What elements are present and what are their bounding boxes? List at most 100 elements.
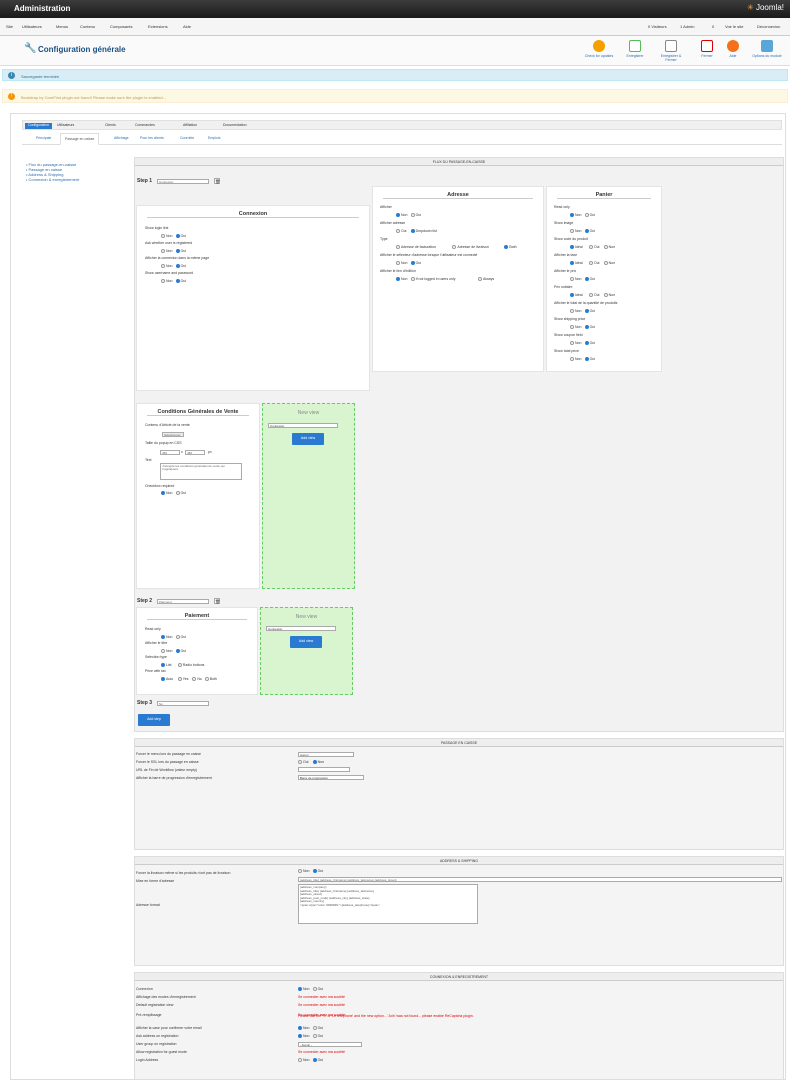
panier-field-option[interactable]: Oui — [584, 229, 595, 234]
connexion-field-option[interactable]: Oui — [175, 249, 186, 254]
view-site-link[interactable]: Voir le site — [725, 24, 743, 29]
tab-courriels[interactable]: Courriels — [180, 136, 194, 140]
tab-emplois[interactable]: Emplois — [208, 136, 220, 140]
panier-field-option[interactable]: Oui — [589, 293, 599, 298]
connexion-field-option[interactable]: Non — [161, 279, 172, 284]
connexion-row-option[interactable]: Non — [298, 1026, 309, 1031]
subnav-configuration[interactable]: Configuration — [25, 123, 52, 129]
connexion-field-option[interactable]: Non — [161, 264, 172, 269]
connexion-row-option[interactable]: Oui — [312, 1034, 323, 1039]
trash-icon[interactable]: 🗑 — [214, 178, 220, 184]
panier-field-option[interactable]: Non — [570, 309, 581, 314]
connexion-row-option[interactable]: Oui — [312, 1058, 323, 1063]
passage-progress-select[interactable]: Barre de progression — [298, 775, 364, 780]
subnav-orders[interactable]: Commandes — [135, 123, 155, 127]
subnav-clients[interactable]: Clients — [105, 123, 116, 127]
panier-field-option[interactable]: Idéal — [570, 261, 583, 266]
sidenav-item[interactable]: • Connexion & enregistrement — [26, 177, 79, 182]
add-view-button[interactable]: Add view — [292, 433, 324, 445]
add-view-button-2[interactable]: Add view — [290, 636, 322, 648]
save-button[interactable]: Enregistrer — [620, 40, 650, 58]
subnav-users[interactable]: Utilisateurs — [57, 123, 74, 127]
paiement-field-option[interactable]: Non — [161, 649, 172, 654]
connexion-field-option[interactable]: Oui — [175, 234, 186, 239]
subnav-documentation[interactable]: Documentation — [223, 123, 247, 127]
check-updates-button[interactable]: Check for updates — [584, 40, 614, 58]
menu-content[interactable]: Contenu — [80, 24, 95, 29]
cgv-select-button[interactable]: Sélectionner — [162, 432, 184, 437]
menu-site[interactable]: Site — [6, 24, 13, 29]
adresse-field-option[interactable]: Oui — [410, 261, 421, 266]
panier-field-option[interactable]: Non — [570, 213, 581, 218]
panier-field-option[interactable]: Oui — [589, 245, 599, 250]
ssl-option[interactable]: Non — [312, 760, 324, 765]
paiement-field-option[interactable]: No — [192, 677, 202, 682]
options-button[interactable]: Options du module — [752, 40, 782, 58]
panier-field-option[interactable]: Oui — [584, 277, 595, 282]
adresse-field-option[interactable]: Non — [396, 213, 407, 218]
passage-url-input[interactable] — [298, 767, 350, 772]
step3-input[interactable]: No — [157, 701, 209, 706]
connexion-row-option[interactable]: Oui — [312, 1026, 323, 1031]
paiement-field-option[interactable]: List — [161, 663, 171, 668]
force-shipping-option[interactable]: Oui — [312, 869, 323, 874]
cgv-text-area[interactable]: J'accepte les conditions générales de ve… — [160, 463, 242, 480]
adresse-field-option[interactable]: If not logged in users only — [410, 277, 455, 282]
adresse-field-option[interactable]: Always — [478, 277, 494, 282]
adresse-field-option[interactable]: Adresse de facturation — [396, 245, 436, 250]
menu-help[interactable]: Aide — [183, 24, 191, 29]
paiement-field-option[interactable]: Oui — [175, 649, 186, 654]
connexion-row-option[interactable]: Non — [298, 987, 309, 992]
panier-field-option[interactable]: Non — [570, 325, 581, 330]
panier-field-option[interactable]: Non — [603, 245, 615, 250]
force-shipping-option[interactable]: Non — [298, 869, 309, 874]
tab-affichage[interactable]: Affichage — [114, 136, 129, 140]
logout-link[interactable]: Déconnexion — [757, 24, 780, 29]
cgv-checkbox-option[interactable]: Non — [161, 491, 172, 496]
user-group-select[interactable]: - Aucun - — [298, 1042, 362, 1047]
adresse-field-option[interactable]: Non — [396, 261, 407, 266]
adresse-field-option[interactable]: Both — [504, 245, 517, 250]
cgv-checkbox-option[interactable]: Oui — [175, 491, 186, 496]
tab-passage-caisse[interactable]: Passage en caisse — [60, 133, 100, 145]
adresse-field-option[interactable]: Oui — [410, 213, 421, 218]
adresse-field-option[interactable]: Non — [396, 277, 407, 282]
paiement-field-option[interactable]: Oui — [175, 635, 186, 640]
tab-clients[interactable]: Pour les clients — [140, 136, 164, 140]
adresse-field-option[interactable]: Oui — [396, 229, 406, 234]
trash-icon[interactable]: 🗑 — [214, 598, 220, 604]
tab-principale[interactable]: Principale — [36, 136, 51, 140]
paiement-field-option[interactable]: Yes — [177, 677, 189, 682]
panier-field-option[interactable]: Non — [570, 229, 581, 234]
menu-menus[interactable]: Menus — [56, 24, 68, 29]
step1-input[interactable]: Connexion — [157, 179, 209, 184]
connexion-row-option[interactable]: Non — [298, 1058, 309, 1063]
panier-field-option[interactable]: Oui — [584, 213, 595, 218]
ssl-option[interactable]: Oui — [298, 760, 308, 765]
panier-field-option[interactable]: Non — [603, 293, 615, 298]
paiement-field-option[interactable]: Auto — [161, 677, 173, 682]
connexion-field-option[interactable]: Oui — [175, 264, 186, 269]
panier-field-option[interactable]: Idéal — [570, 245, 583, 250]
panier-field-option[interactable]: Oui — [584, 309, 595, 314]
address-format-line[interactable]: {address_title} {address_firstname} {add… — [298, 877, 782, 882]
cgv-height-input[interactable]: 480 — [185, 450, 205, 455]
help-button[interactable]: Aide — [718, 40, 748, 58]
step2-input[interactable]: Paiement — [157, 599, 209, 604]
new-view-select[interactable]: Connexion — [268, 423, 338, 428]
panier-field-option[interactable]: Oui — [584, 341, 595, 346]
paiement-field-option[interactable]: Non — [161, 635, 172, 640]
address-format-textarea[interactable]: {address_company} {address_title} {addre… — [298, 884, 478, 924]
panier-field-option[interactable]: Non — [570, 277, 581, 282]
save-close-button[interactable]: Enregistrer & Fermer — [656, 40, 686, 62]
menu-extensions[interactable]: Extensions — [148, 24, 168, 29]
adresse-field-option[interactable]: Adresse de livraison — [452, 245, 489, 250]
connexion-row-option[interactable]: Non — [298, 1034, 309, 1039]
new-view-select-2[interactable]: Connexion — [266, 626, 336, 631]
connexion-field-option[interactable]: Oui — [175, 279, 186, 284]
subnav-affiliation[interactable]: Affiliation — [183, 123, 197, 127]
add-step-button[interactable]: Add step — [138, 714, 170, 726]
connexion-field-option[interactable]: Non — [161, 234, 172, 239]
panier-field-option[interactable]: Oui — [584, 357, 595, 362]
panier-field-option[interactable]: Oui — [584, 325, 595, 330]
